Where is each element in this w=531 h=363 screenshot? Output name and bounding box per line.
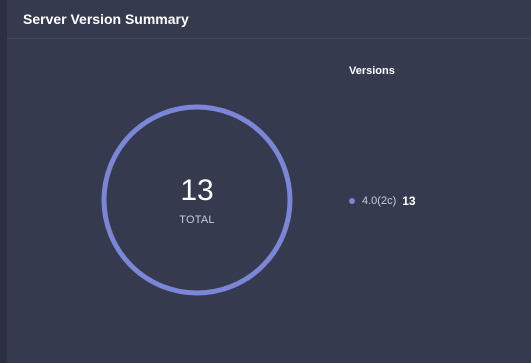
total-value: 13 — [180, 174, 214, 207]
donut-center: 13 TOTAL — [100, 103, 294, 297]
server-version-summary-card: Server Version Summary 13 TOTAL Versions… — [7, 0, 531, 363]
card-header: Server Version Summary — [7, 0, 531, 39]
legend-item-4-0-2c[interactable]: 4.0(2c) 13 — [349, 193, 416, 209]
legend-color-dot — [349, 198, 355, 204]
left-panel-edge — [0, 0, 7, 363]
legend-item-count: 13 — [402, 194, 416, 208]
card-title: Server Version Summary — [23, 11, 189, 27]
version-donut-chart: 13 TOTAL — [100, 103, 294, 297]
legend-title: Versions — [349, 65, 395, 77]
legend-item-label: 4.0(2c) — [362, 195, 397, 207]
total-label: TOTAL — [179, 214, 215, 226]
